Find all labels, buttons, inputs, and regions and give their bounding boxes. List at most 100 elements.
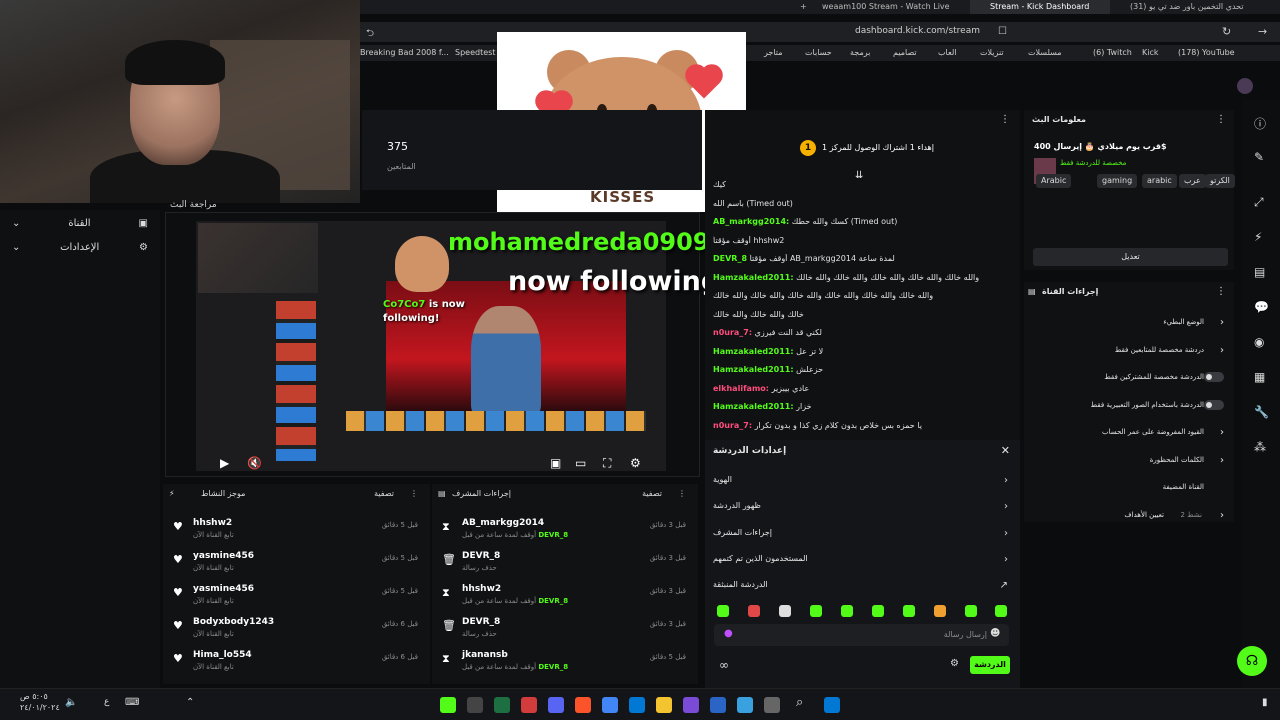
modlog-username[interactable]: hhshw2 [462, 584, 501, 594]
nav-settings[interactable]: ⌄ الإعدادات ⚙ [12, 242, 148, 253]
emote-icon[interactable] [810, 605, 822, 617]
activity-username[interactable]: Bodyxbody1243 [193, 617, 274, 627]
chat-username[interactable]: Hamzakaled2011: [713, 347, 794, 356]
modlog-username[interactable]: DEVR_8 [462, 551, 500, 561]
modlog-filter-button[interactable]: تصفية [642, 489, 662, 498]
list-icon[interactable]: ▤ [1254, 265, 1265, 279]
wrench-icon[interactable]: 🔧 [1254, 405, 1269, 419]
chat-username[interactable]: n0ura_7: [713, 421, 752, 430]
tab-watch-live[interactable]: weaam100 Stream - Watch Live on K [822, 0, 952, 14]
app-icon[interactable] [494, 697, 510, 713]
fullscreen-icon[interactable]: ⛶ [603, 456, 611, 471]
nav-channel[interactable]: ⌄ القناة ▣ [12, 218, 148, 229]
chat-username[interactable]: Hamzakaled2011: [713, 365, 794, 374]
chat-username[interactable]: AB_markgg2014: [713, 217, 789, 226]
chat-setting-popout[interactable]: الدردشة المنبثقة ↗ [713, 580, 1008, 591]
channel-action-item[interactable]: القناة المضيفة [1032, 483, 1226, 491]
channel-action-item[interactable]: الوضع البطيء › [1032, 317, 1226, 328]
folder-icon[interactable] [656, 697, 672, 713]
gear-icon[interactable]: ⚙ [950, 658, 959, 669]
pinned-message[interactable]: 1 إهداء 1 اشتراك الوصول للمركز 1 [800, 140, 934, 156]
app-icon[interactable] [683, 697, 699, 713]
emote-icon[interactable] [779, 605, 791, 617]
chat-message-input[interactable]: إرسال رسالة [714, 624, 1009, 646]
expand-icon[interactable]: ⤢ [1254, 195, 1264, 210]
obs-icon[interactable] [467, 697, 483, 713]
more-icon[interactable]: ⋮ [1216, 286, 1226, 297]
edge-icon[interactable] [629, 697, 645, 713]
emote-icon[interactable] [872, 605, 884, 617]
bookmark-item[interactable]: حسابات [805, 48, 832, 57]
chat-setting-mod-actions[interactable]: إجراءات المشرف › [713, 528, 1008, 539]
emote-icon[interactable] [965, 605, 977, 617]
toggle-switch[interactable] [1204, 372, 1224, 382]
stream-tag[interactable]: Arabic [1036, 174, 1072, 188]
pip-icon[interactable]: ▣ [550, 456, 561, 470]
toggle-switch[interactable] [1204, 399, 1224, 410]
mute-icon[interactable]: 🔇 [247, 456, 262, 470]
emote-icon[interactable] [995, 605, 1007, 617]
stream-tag[interactable]: عرب [1179, 174, 1206, 188]
emote-icon[interactable] [841, 605, 853, 617]
more-icon[interactable]: ⋮ [678, 489, 686, 498]
more-icon[interactable]: ⋮ [1000, 114, 1010, 125]
bookmark-item[interactable]: تنزيلات [980, 48, 1004, 57]
chat-username[interactable]: DEVR_8 [713, 254, 747, 263]
url-text[interactable]: dashboard.kick.com/stream [855, 26, 980, 36]
stream-tag[interactable]: الكرتو [1205, 174, 1235, 188]
activity-username[interactable]: hhshw2 [193, 518, 232, 528]
emote-icon[interactable] [934, 605, 946, 617]
windows-start-icon[interactable] [824, 697, 840, 713]
channel-action-item[interactable]: تعيين الأهداف › نشط 2 [1032, 510, 1226, 521]
layout-icon[interactable]: ▦ [1254, 370, 1265, 384]
modlog-username[interactable]: jkanansb [462, 650, 508, 660]
app-icon[interactable] [521, 697, 537, 713]
emoji-icon[interactable]: ☻ [990, 628, 1000, 639]
info-icon[interactable]: ⓘ [1254, 115, 1266, 132]
users-icon[interactable]: ⁂ [1254, 440, 1266, 454]
tab-kick-dashboard[interactable]: Stream - Kick Dashboard [970, 0, 1110, 14]
pencil-icon[interactable]: ✎ [1254, 150, 1264, 164]
emote-icon[interactable] [717, 605, 729, 617]
stream-tag[interactable]: arabic [1142, 174, 1177, 188]
chevron-up-icon[interactable]: ⌃ [186, 697, 194, 708]
stream-tag[interactable]: gaming [1097, 174, 1138, 188]
bookmark-item[interactable]: (178) YouTube [1178, 48, 1235, 57]
theater-icon[interactable]: ▭ [575, 456, 586, 470]
chat-icon[interactable]: 💬 [1254, 300, 1269, 314]
brave-icon[interactable] [575, 697, 591, 713]
activity-username[interactable]: yasmine456 [193, 551, 254, 561]
chat-setting-appearance[interactable]: ظهور الدردشة › [713, 501, 1008, 512]
taskbar-clock[interactable]: ٥:٠٥ ص ٢٤/٠١/٢٠٢٤ [20, 691, 60, 713]
more-icon[interactable]: ⋮ [410, 489, 418, 498]
bookmark-item[interactable]: تصاميم [893, 48, 917, 57]
keyboard-icon[interactable]: ⌨ [125, 697, 139, 708]
app-icon[interactable] [764, 697, 780, 713]
chat-username[interactable]: Hamzakaled2011: [713, 273, 794, 282]
more-icon[interactable]: ⋮ [1216, 114, 1226, 125]
chat-send-button[interactable]: الدردشة [970, 656, 1010, 674]
edit-stream-button[interactable]: تعديل [1033, 248, 1228, 266]
bookmark-item[interactable]: العاب [938, 48, 957, 57]
activity-username[interactable]: Hima_lo554 [193, 650, 252, 660]
bookmark-item[interactable]: Kick [1142, 48, 1159, 57]
chrome-icon[interactable] [602, 697, 618, 713]
infinity-icon[interactable]: ∞ [719, 658, 729, 672]
chat-username[interactable]: elkhalifamo: [713, 384, 769, 393]
broadcast-icon[interactable]: ◉ [1254, 335, 1264, 349]
kick-app-icon[interactable] [440, 697, 456, 713]
modlog-moderator[interactable]: DEVR_8 [538, 531, 568, 539]
play-icon[interactable]: ▶ [220, 456, 229, 470]
emote-icon[interactable] [748, 605, 760, 617]
modlog-username[interactable]: DEVR_8 [462, 617, 500, 627]
bolt-icon[interactable]: ⚡ [1254, 230, 1262, 244]
activity-filter-button[interactable]: تصفية [374, 489, 394, 498]
close-icon[interactable]: ✕ [1001, 444, 1010, 457]
chat-username[interactable]: Hamzakaled2011: [713, 402, 794, 411]
bookmark-item[interactable]: برمجة [850, 48, 870, 57]
chat-setting-identity[interactable]: الهوية › [713, 475, 1008, 486]
app-icon[interactable] [737, 697, 753, 713]
channel-action-item[interactable]: القيود المفروضة على عمر الحساب › [1032, 427, 1226, 438]
language-icon[interactable]: ع [104, 697, 109, 707]
support-button[interactable]: ☊ [1237, 646, 1267, 676]
